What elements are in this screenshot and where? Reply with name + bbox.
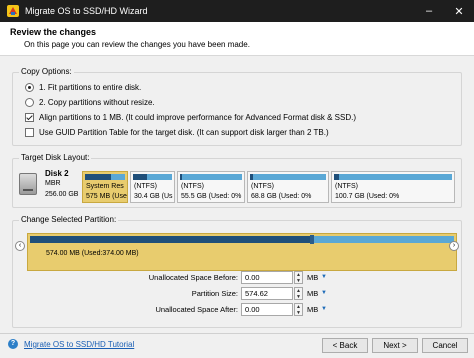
- radio-copy-without-resize[interactable]: [25, 98, 34, 107]
- partition-size: 55.5 GB (Used: 0%: [181, 193, 242, 200]
- option-use-gpt[interactable]: Use GUID Partition Table for the target …: [25, 128, 329, 137]
- partition-usage-bar: [85, 174, 111, 180]
- partition-size-input[interactable]: [241, 287, 293, 300]
- target-disk-group: Target Disk Layout: Disk 2 MBR 256.00 GB…: [12, 153, 462, 208]
- resize-handle[interactable]: [309, 235, 314, 244]
- unallocated-before-unit: MB: [307, 273, 319, 282]
- partition-block[interactable]: (NTFS) 68.8 GB (Used: 0%: [247, 171, 329, 203]
- app-logo-icon: [7, 5, 19, 17]
- disk-info: Disk 2 MBR 256.00 GB: [17, 167, 91, 203]
- checkbox-align-1mb[interactable]: [25, 113, 34, 122]
- partition-resize-slider[interactable]: 574.00 MB (Used:374.00 MB): [27, 233, 457, 271]
- disk-name: Disk 2: [45, 169, 69, 178]
- unallocated-after-stepper[interactable]: ▲ ▼: [294, 303, 303, 316]
- unallocated-after-input[interactable]: [241, 303, 293, 316]
- partition-name: (NTFS): [134, 183, 157, 190]
- chevron-left-icon[interactable]: ‹: [15, 241, 25, 251]
- wizard-header: Review the changes On this page you can …: [0, 22, 474, 56]
- partition-usage-bar: [334, 174, 339, 180]
- partition-size-unit: MB: [307, 289, 319, 298]
- option-align-1mb[interactable]: Align partitions to 1 MB. (It could impr…: [25, 113, 356, 122]
- back-button[interactable]: < Back: [322, 338, 368, 353]
- partition-block[interactable]: (NTFS) 55.5 GB (Used: 0%: [177, 171, 245, 203]
- chevron-down-icon[interactable]: ▼: [321, 290, 327, 296]
- unallocated-before-stepper[interactable]: ▲ ▼: [294, 271, 303, 284]
- change-partition-group: Change Selected Partition: ‹ 574.00 MB (…: [12, 215, 462, 328]
- partition-size: 100.7 GB (Used: 0%: [335, 193, 400, 200]
- help-icon[interactable]: ?: [8, 339, 18, 349]
- partition-name: (NTFS): [251, 183, 274, 190]
- partition-block[interactable]: (NTFS) 100.7 GB (Used: 0%: [331, 171, 455, 203]
- partition-block[interactable]: (NTFS) 30.4 GB (Us: [130, 171, 175, 203]
- tutorial-link[interactable]: Migrate OS to SSD/HD Tutorial: [24, 340, 134, 349]
- unallocated-after-unit: MB: [307, 305, 319, 314]
- partition-name: (NTFS): [335, 183, 358, 190]
- minimize-button[interactable]: –: [414, 0, 444, 22]
- partition-size: 68.8 GB (Used: 0%: [251, 193, 312, 200]
- partition-size-stepper[interactable]: ▲ ▼: [294, 287, 303, 300]
- partition-size: 575 MB (Use: [86, 193, 127, 200]
- unallocated-before-input[interactable]: [241, 271, 293, 284]
- disk-type: MBR: [45, 180, 61, 187]
- partition-name: (NTFS): [181, 183, 204, 190]
- partition-used-bar: [30, 236, 310, 243]
- chevron-down-icon[interactable]: ▼: [321, 306, 327, 312]
- option-fit-partitions[interactable]: 1. Fit partitions to entire disk.: [25, 83, 141, 92]
- chevron-right-icon[interactable]: ›: [449, 241, 459, 251]
- partition-size-label: 574.00 MB (Used:374.00 MB): [46, 250, 139, 257]
- partition-usage-bar: [180, 174, 183, 180]
- partition-size: 30.4 GB (Us: [134, 193, 173, 200]
- change-partition-legend: Change Selected Partition:: [19, 215, 119, 224]
- checkbox-use-gpt[interactable]: [25, 128, 34, 137]
- partition-size-field-label: Partition Size:: [191, 289, 238, 298]
- chevron-down-icon[interactable]: ▼: [321, 274, 327, 280]
- option-copy-without-resize-label: 2. Copy partitions without resize.: [39, 98, 155, 107]
- option-align-1mb-label: Align partitions to 1 MB. (It could impr…: [39, 113, 357, 122]
- footer-divider: [0, 333, 474, 334]
- page-title: Review the changes: [10, 27, 97, 37]
- partition-block[interactable]: System Res 575 MB (Use: [82, 171, 128, 203]
- target-disk-legend: Target Disk Layout:: [19, 153, 92, 162]
- option-copy-without-resize[interactable]: 2. Copy partitions without resize.: [25, 98, 155, 107]
- partition-usage-bar: [133, 174, 147, 180]
- title-bar: Migrate OS to SSD/HD Wizard – ✕: [0, 0, 474, 22]
- disk-drive-icon: [19, 173, 37, 195]
- radio-fit-partitions[interactable]: [25, 83, 34, 92]
- window-title: Migrate OS to SSD/HD Wizard: [25, 6, 148, 16]
- page-subtitle: On this page you can review the changes …: [24, 40, 250, 49]
- copy-options-legend: Copy Options:: [19, 67, 74, 76]
- option-fit-partitions-label: 1. Fit partitions to entire disk.: [39, 83, 142, 92]
- close-button[interactable]: ✕: [444, 0, 474, 22]
- unallocated-before-label: Unallocated Space Before:: [148, 273, 238, 282]
- unallocated-after-label: Unallocated Space After:: [155, 305, 238, 314]
- partition-usage-bar: [250, 174, 254, 180]
- partition-name: System Res: [86, 183, 124, 190]
- copy-options-group: Copy Options: 1. Fit partitions to entir…: [12, 67, 462, 146]
- next-button[interactable]: Next >: [372, 338, 418, 353]
- disk-size: 256.00 GB: [45, 191, 79, 198]
- option-use-gpt-label: Use GUID Partition Table for the target …: [39, 128, 329, 137]
- cancel-button[interactable]: Cancel: [422, 338, 468, 353]
